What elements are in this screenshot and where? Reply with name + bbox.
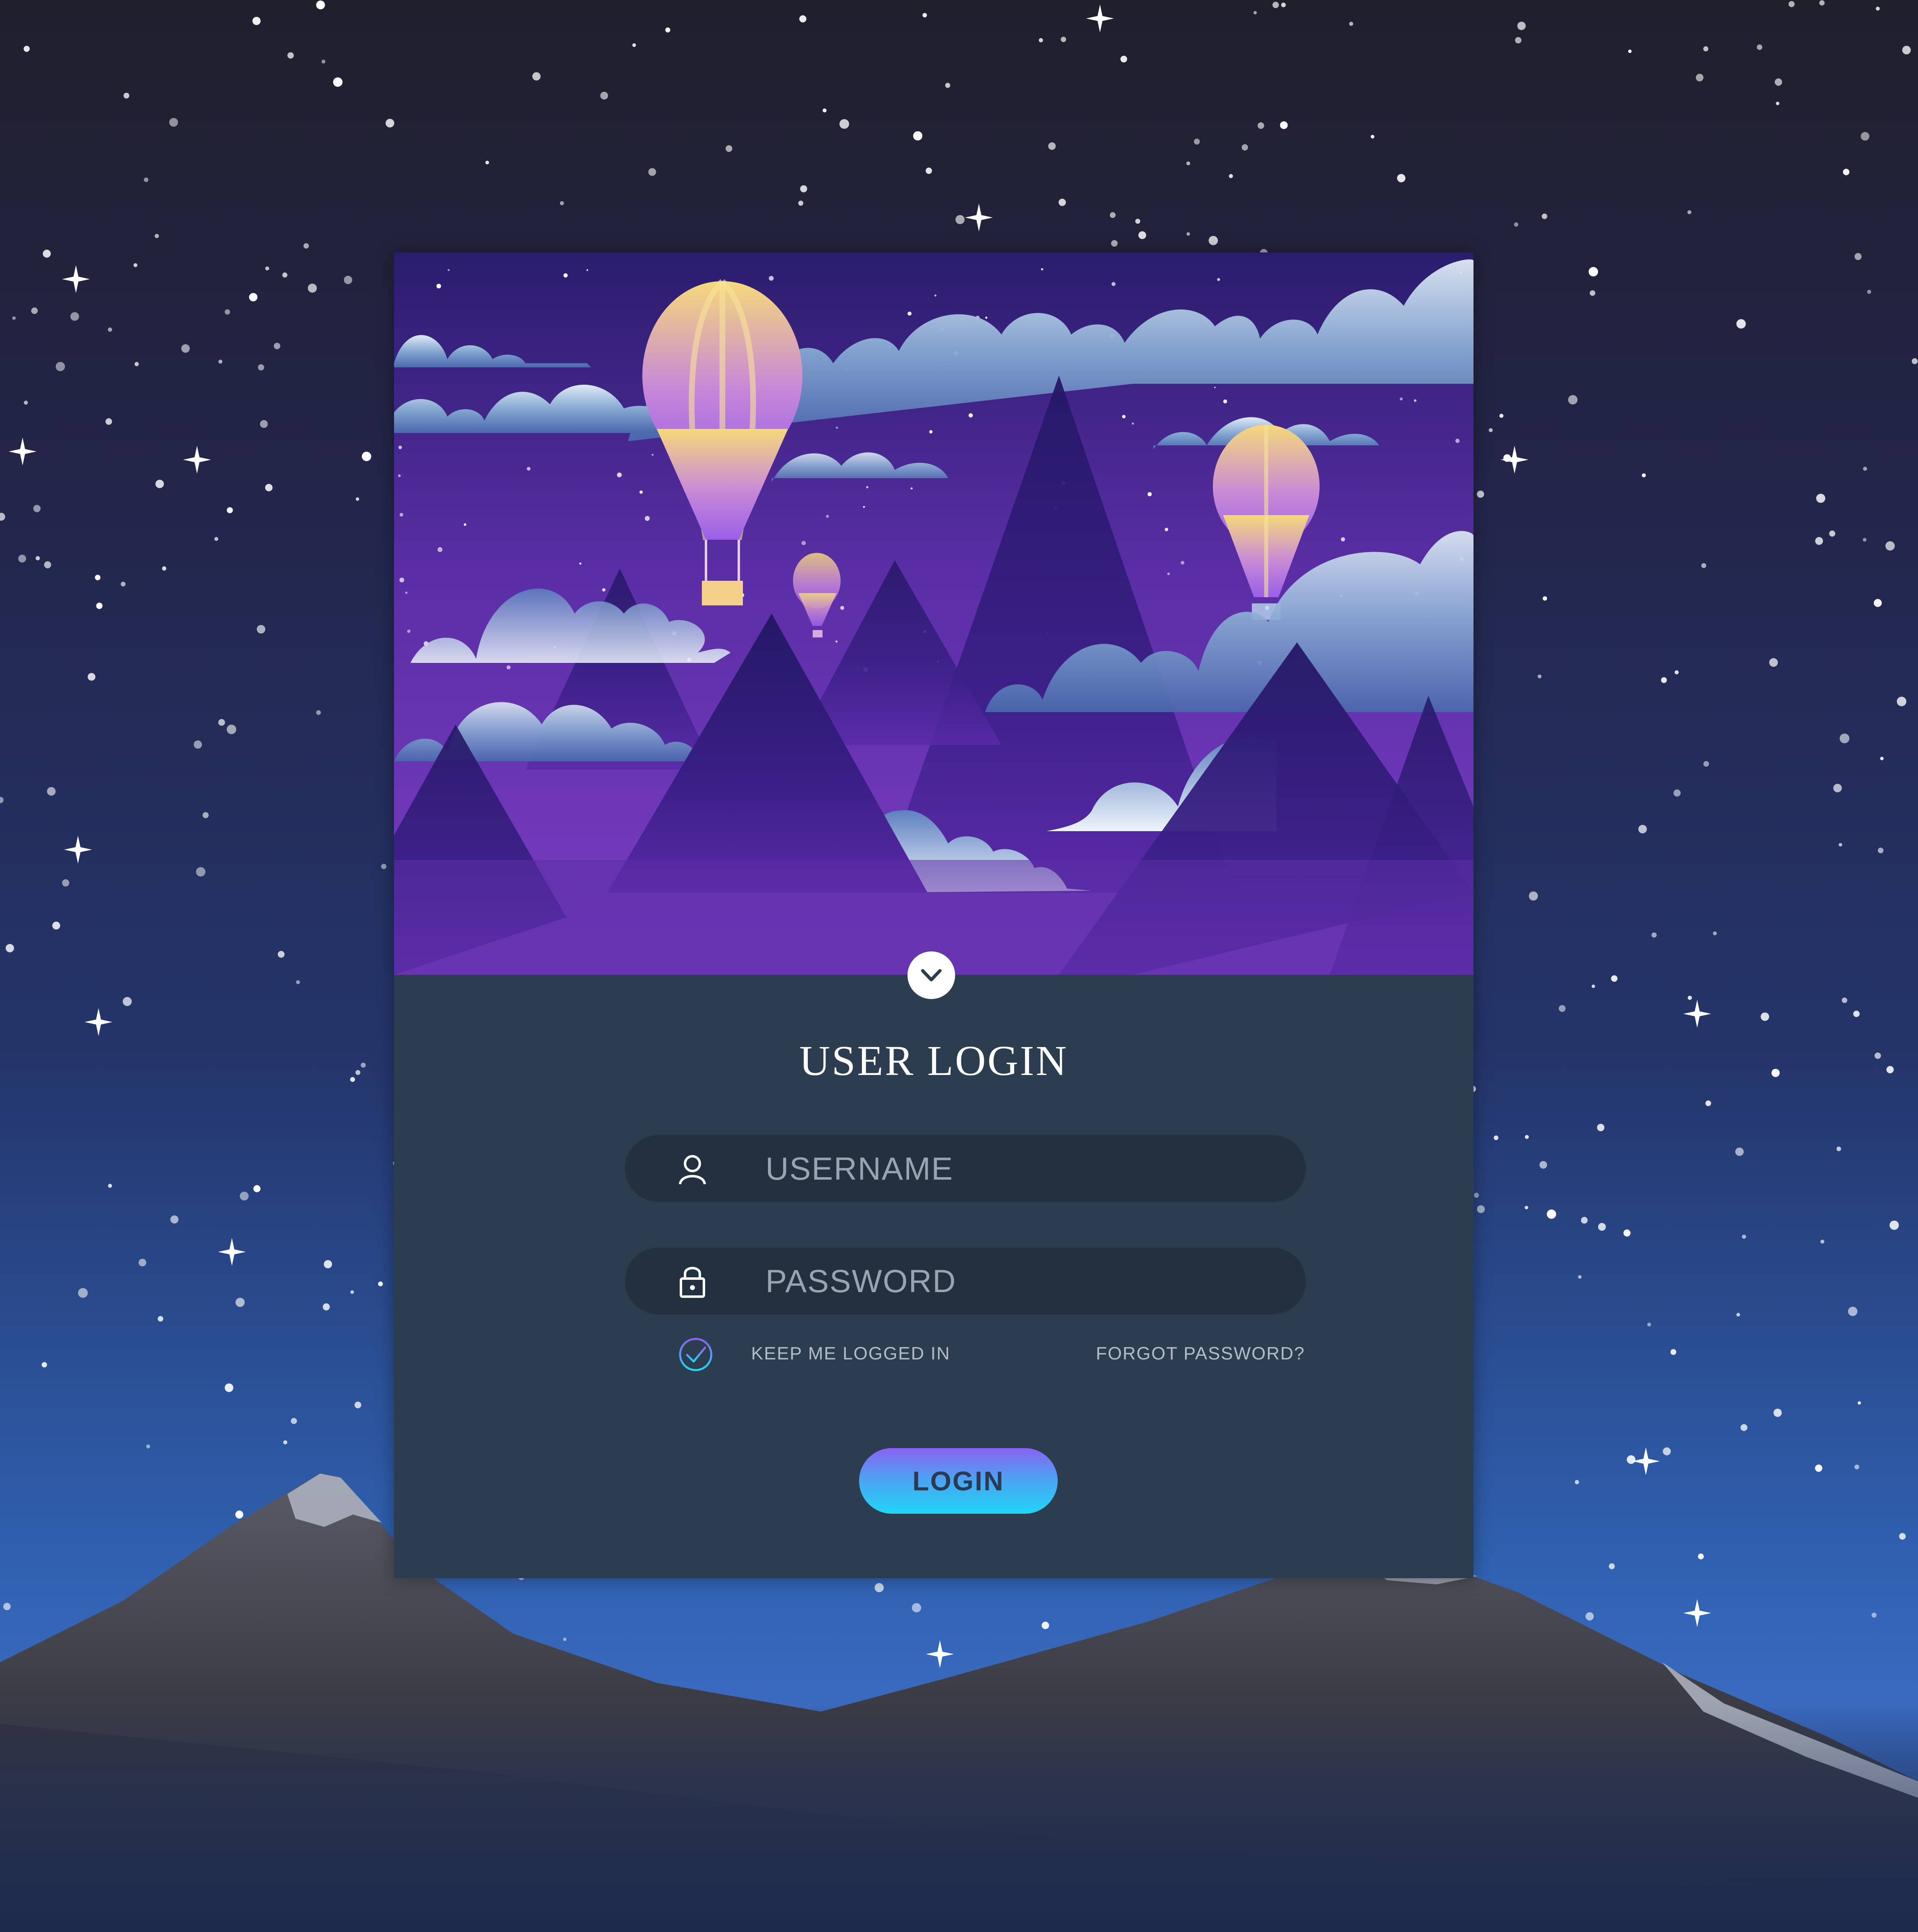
password-input[interactable] [765, 1256, 1258, 1306]
user-icon [679, 1155, 706, 1185]
check-circle-icon[interactable] [677, 1336, 714, 1373]
page-title: USER LOGIN [799, 1037, 1068, 1084]
hero-illustration [394, 252, 1473, 975]
lock-icon [680, 1267, 705, 1298]
login-button[interactable]: LOGIN [859, 1448, 1058, 1514]
password-field[interactable] [624, 1247, 1307, 1316]
remember-row: KEEP ME LOGGED IN FORGOT PASSWORD? [677, 1332, 1309, 1377]
forgot-password-link[interactable]: FORGOT PASSWORD? [1096, 1343, 1305, 1364]
login-card: USER LOGIN KEEP ME LOGGED IN FO [394, 252, 1473, 1578]
keep-logged-in-label: KEEP ME LOGGED IN [751, 1343, 951, 1364]
chevron-down-icon [921, 969, 942, 981]
expand-toggle-button[interactable] [907, 951, 955, 999]
username-field[interactable] [624, 1134, 1307, 1203]
username-input[interactable] [765, 1143, 1258, 1194]
